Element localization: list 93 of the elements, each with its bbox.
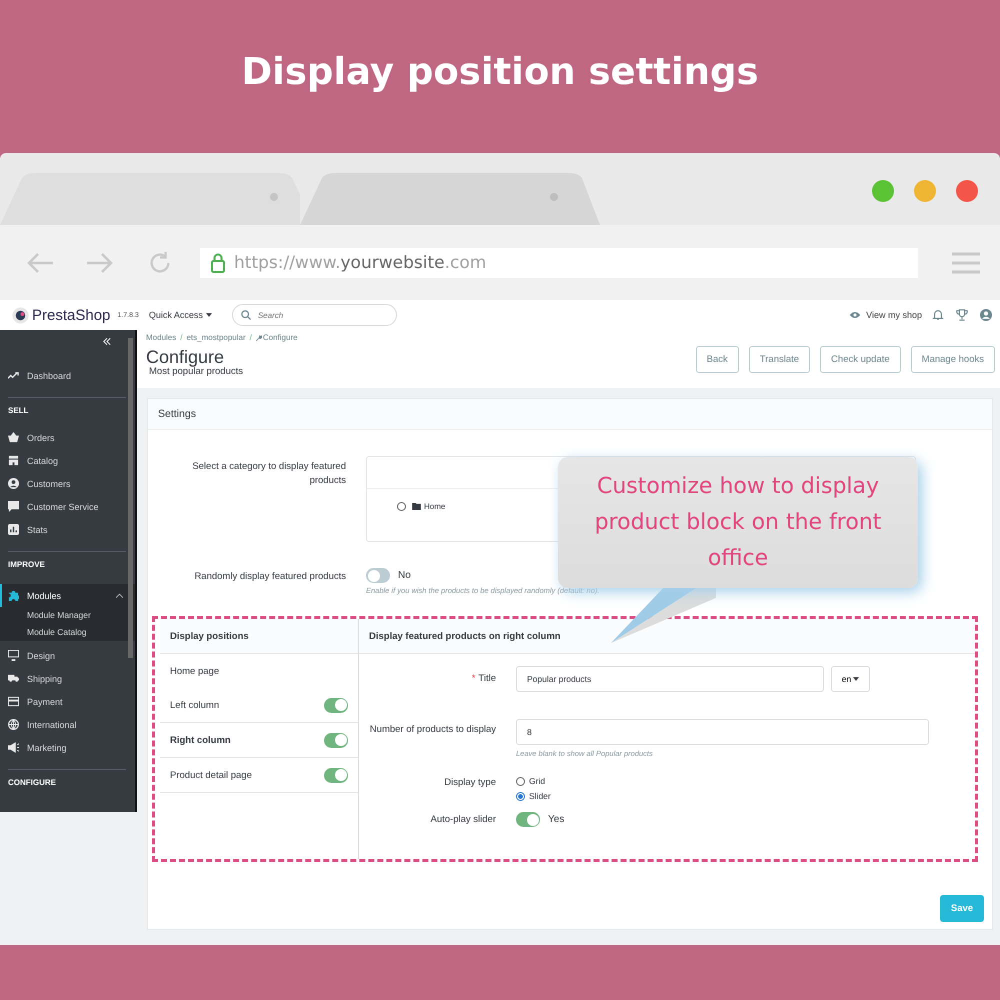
caret-icon	[853, 677, 860, 681]
caret-icon	[206, 313, 212, 317]
address-bar[interactable]: https://www.yourwebsite.com	[200, 248, 918, 278]
sidebar-item[interactable]: Stats	[0, 518, 135, 541]
page-title: Configure	[146, 348, 226, 367]
folder-icon	[412, 503, 421, 510]
search-field[interactable]: Search	[232, 304, 397, 326]
toggle-label: No	[398, 570, 411, 581]
radio-button[interactable]	[516, 792, 525, 800]
toolbar-button[interactable]: Manage hooks	[910, 346, 995, 372]
field-label: Auto-play slider	[430, 814, 496, 824]
toolbar-button[interactable]: Translate	[748, 346, 810, 372]
chart-line-icon	[8, 370, 19, 381]
toolbar-button[interactable]: Check update	[820, 346, 901, 372]
sidebar-item[interactable]: Design	[0, 644, 135, 667]
breadcrumb-link[interactable]: Modules	[146, 333, 176, 342]
sidebar-item[interactable]: Customer Service	[0, 495, 135, 518]
sidebar-item[interactable]: Shipping	[0, 667, 135, 690]
radio-label[interactable]: Grid	[529, 776, 546, 786]
chat-icon	[8, 501, 19, 512]
sidebar-item[interactable]: Orders	[0, 426, 135, 449]
puzzle-icon	[8, 590, 19, 601]
user-icon[interactable]	[980, 309, 992, 321]
toggle-label: Yes	[548, 814, 564, 825]
bar-chart-icon	[8, 524, 19, 535]
monitor-icon	[8, 650, 19, 661]
truck-icon	[8, 673, 19, 684]
toolbar-button[interactable]: Back	[696, 346, 739, 372]
logo-text[interactable]: PrestaShop	[32, 306, 110, 324]
close-button[interactable]	[956, 180, 978, 202]
breadcrumb-link[interactable]: Configure	[262, 333, 298, 342]
field-label: Randomly display featured products	[193, 570, 346, 584]
position-item[interactable]: Home page	[160, 654, 358, 688]
sidebar-subitem[interactable]: Module Catalog	[0, 624, 135, 641]
sidebar-item[interactable]: Marketing	[0, 736, 135, 759]
field-label: Title	[478, 673, 496, 684]
required-mark: *	[472, 673, 476, 684]
eye-icon	[849, 310, 862, 320]
sidebar-heading: SELL	[7, 405, 30, 417]
sidebar-item[interactable]: Payment	[0, 690, 135, 713]
sidebar-item[interactable]: International	[0, 713, 135, 736]
toggle-switch[interactable]	[324, 732, 348, 748]
logo-icon[interactable]	[12, 306, 29, 324]
title-input[interactable]: Popular products	[516, 666, 824, 692]
radio-label[interactable]: Slider	[529, 791, 551, 801]
sidebar-item[interactable]: Modules	[0, 584, 135, 607]
position-item[interactable]: Left column	[160, 688, 358, 723]
sidebar-item[interactable]: Dashboard	[0, 364, 135, 387]
field-label: Select a category to display featured products	[191, 460, 346, 488]
panel-title: Display positions	[170, 630, 249, 642]
search-icon	[240, 310, 251, 320]
sidebar-item[interactable]: Customers	[0, 472, 135, 495]
quick-access-menu[interactable]: Quick Access	[148, 310, 212, 320]
field-label: Display type	[444, 777, 496, 788]
panel-title: Display featured products on right column	[369, 630, 561, 642]
toggle-switch[interactable]	[366, 568, 390, 583]
radio-button[interactable]	[397, 502, 406, 511]
sidebar-subitem[interactable]: Module Manager	[0, 607, 135, 624]
toggle-switch[interactable]	[324, 698, 348, 712]
breadcrumb-separator: /	[250, 333, 252, 342]
position-item[interactable]: Product detail page	[160, 758, 358, 793]
lock-icon	[210, 252, 226, 272]
bell-icon[interactable]	[932, 309, 944, 321]
credit-card-icon	[8, 696, 19, 707]
toggle-switch[interactable]	[324, 768, 348, 782]
language-dropdown[interactable]: en	[831, 666, 870, 692]
breadcrumb-link[interactable]: ets_mostpopular	[186, 333, 246, 342]
menu-icon[interactable]	[952, 252, 980, 274]
sidebar-heading: IMPROVE	[7, 559, 46, 571]
number-input[interactable]: 8	[516, 719, 929, 745]
globe-icon	[8, 719, 19, 730]
sidebar-heading: CONFIGURE	[7, 777, 57, 789]
maximize-button[interactable]	[872, 180, 894, 202]
collapse-icon[interactable]	[103, 338, 111, 345]
tree-label[interactable]: Home	[424, 502, 446, 511]
banner-title: Display position settings	[241, 50, 759, 95]
toggle-switch[interactable]	[516, 812, 540, 827]
view-shop-link[interactable]: View my shop	[866, 310, 922, 320]
card-title: Settings	[158, 408, 196, 420]
basket-icon	[8, 432, 19, 443]
wrench-icon	[256, 334, 262, 340]
minimize-button[interactable]	[914, 180, 936, 202]
user-icon	[8, 478, 19, 489]
breadcrumb-separator: /	[180, 333, 182, 342]
callout-text: Customize how to display product block on the front office	[594, 472, 882, 572]
trophy-icon[interactable]	[956, 309, 968, 321]
position-item[interactable]: Right column	[160, 723, 358, 758]
megaphone-icon	[8, 742, 19, 753]
store-icon	[8, 455, 19, 466]
radio-button[interactable]	[516, 776, 525, 786]
field-label: Number of products to display	[370, 724, 496, 735]
sidebar-item[interactable]: Catalog	[0, 449, 135, 472]
page-subtitle: Most popular products	[149, 367, 244, 377]
